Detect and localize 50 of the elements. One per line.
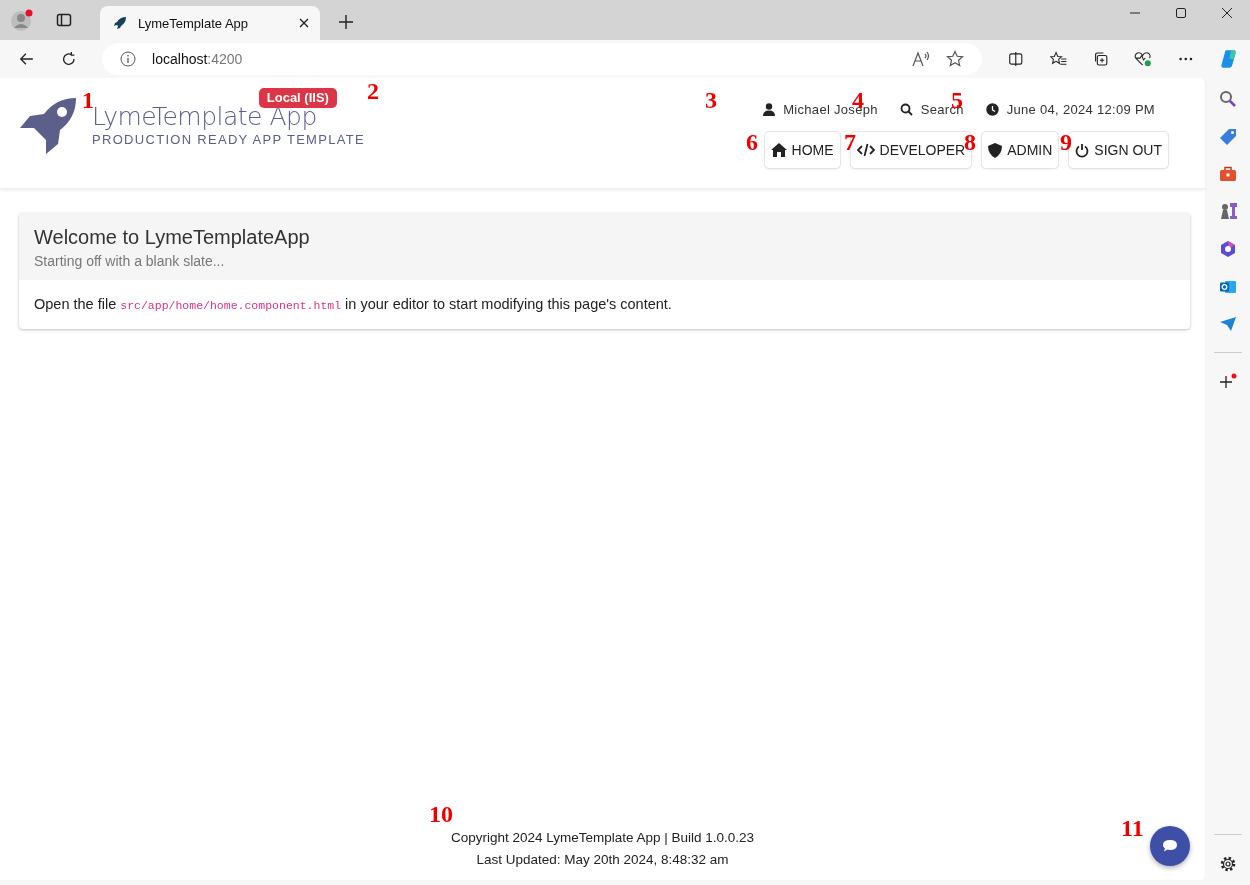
search-icon[interactable] xyxy=(899,102,913,116)
read-aloud-icon[interactable] xyxy=(912,51,931,67)
star-icon[interactable] xyxy=(946,50,965,68)
chat-button[interactable] xyxy=(1150,826,1190,866)
callout-number: 3 xyxy=(705,88,717,112)
collections-icon[interactable] xyxy=(1092,50,1109,68)
copyright-text: Copyright 2024 LymeTemplate App | Build 1.0.0.23 xyxy=(450,830,755,845)
user-icon xyxy=(763,102,776,116)
callout-number: 11 xyxy=(1121,816,1144,840)
shield-icon xyxy=(988,142,1003,158)
add-icon[interactable] xyxy=(1218,373,1237,391)
address-field[interactable]: localhost:4200 xyxy=(102,43,983,75)
nav-button[interactable]: HOME xyxy=(763,131,841,169)
card-title: Welcome to LymeTemplateApp xyxy=(34,226,311,249)
split-screen-icon[interactable] xyxy=(1008,50,1024,68)
maximize-icon[interactable] xyxy=(1175,7,1187,19)
new-tab-icon[interactable] xyxy=(338,14,354,30)
profile-icon[interactable] xyxy=(10,8,34,32)
callout-number: 2 xyxy=(367,79,379,103)
chat-icon xyxy=(1162,839,1178,853)
close-icon[interactable] xyxy=(298,17,310,29)
clock-icon xyxy=(985,102,999,116)
close-icon[interactable] xyxy=(1221,7,1233,19)
send-icon[interactable] xyxy=(1218,316,1237,332)
favorites-icon[interactable] xyxy=(1049,50,1067,68)
card-text: Open the file src/app/home/home.component.html in your editor to start modifying this page's content. xyxy=(33,295,673,314)
app-tagline: PRODUCTION READY APP TEMPLATE xyxy=(92,132,365,147)
tab-actions-icon[interactable] xyxy=(56,12,72,28)
callout-number: 10 xyxy=(429,802,453,826)
callout-number: 8 xyxy=(964,130,976,154)
home-icon xyxy=(770,143,787,157)
rocket-icon xyxy=(112,15,128,31)
back-icon[interactable] xyxy=(19,50,35,68)
last-updated-text: Last Updated: May 20th 2024, 8:48:32 am xyxy=(476,852,729,867)
rocket-icon xyxy=(18,96,78,156)
browser-tab[interactable]: LymeTemplate App xyxy=(100,6,320,40)
callout-number: 6 xyxy=(746,130,758,154)
tag-icon[interactable] xyxy=(1218,128,1237,146)
toolbox-icon[interactable] xyxy=(1218,166,1237,182)
date-time: June 04, 2024 12:09 PM xyxy=(1006,101,1155,117)
callout-number: 1 xyxy=(82,88,94,112)
nav-button[interactable]: ADMIN xyxy=(981,131,1060,169)
settings-icon[interactable] xyxy=(1218,855,1237,873)
refresh-icon[interactable] xyxy=(60,50,77,68)
card-subtitle: Starting off with a blank slate... xyxy=(34,253,226,269)
info-icon xyxy=(120,51,137,67)
code-icon xyxy=(856,143,875,157)
health-icon[interactable] xyxy=(1134,50,1152,68)
power-icon xyxy=(1075,142,1090,158)
more-icon[interactable] xyxy=(1177,56,1194,62)
